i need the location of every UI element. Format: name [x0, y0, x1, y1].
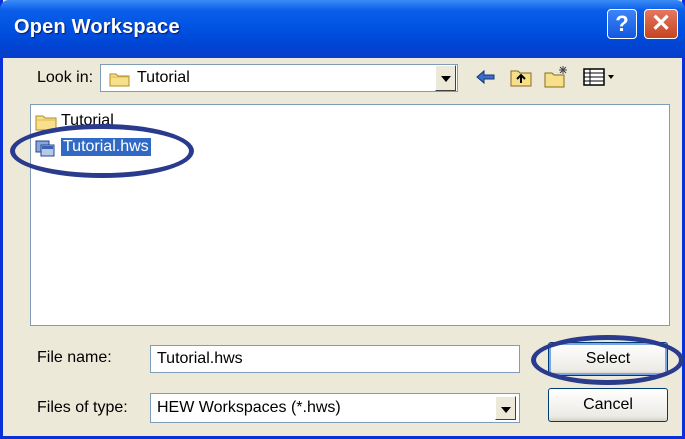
cancel-button[interactable]: Cancel	[548, 388, 668, 422]
file-list[interactable]: Tutorial Tutorial.hws	[30, 104, 670, 326]
file-name-text: Tutorial	[61, 112, 114, 129]
file-name-input[interactable]: Tutorial.hws	[150, 345, 520, 373]
open-workspace-dialog: Open Workspace ? ✕ Look in: Tutorial Tut…	[0, 0, 685, 439]
close-button[interactable]: ✕	[644, 9, 678, 39]
window-title: Open Workspace	[14, 16, 180, 38]
file-type-label: Files of type:	[37, 399, 128, 416]
look-in-value: Tutorial	[137, 69, 190, 86]
file-type-dropdown-button[interactable]	[495, 396, 516, 420]
title-bar[interactable]: Open Workspace ? ✕	[0, 0, 685, 58]
file-type-value: HEW Workspaces (*.hws)	[157, 399, 341, 416]
look-in-label: Look in:	[37, 69, 94, 86]
back-arrow-icon[interactable]	[473, 64, 499, 90]
file-name-text: Tutorial.hws	[60, 137, 152, 157]
workspace-file-icon	[35, 140, 55, 157]
new-folder-icon[interactable]	[543, 64, 569, 90]
folder-icon	[109, 73, 130, 87]
chevron-down-icon	[501, 407, 511, 413]
file-type-select[interactable]: HEW Workspaces (*.hws)	[150, 393, 520, 423]
view-menu-icon[interactable]	[581, 64, 621, 90]
look-in-dropdown-button[interactable]	[435, 65, 456, 91]
up-one-level-icon[interactable]	[508, 64, 534, 90]
chevron-down-icon	[441, 76, 451, 82]
folder-icon	[35, 115, 57, 131]
look-in-combo[interactable]: Tutorial	[100, 64, 458, 92]
help-button[interactable]: ?	[607, 9, 637, 39]
select-button[interactable]: Select	[548, 342, 668, 376]
file-name-label: File name:	[37, 349, 112, 366]
